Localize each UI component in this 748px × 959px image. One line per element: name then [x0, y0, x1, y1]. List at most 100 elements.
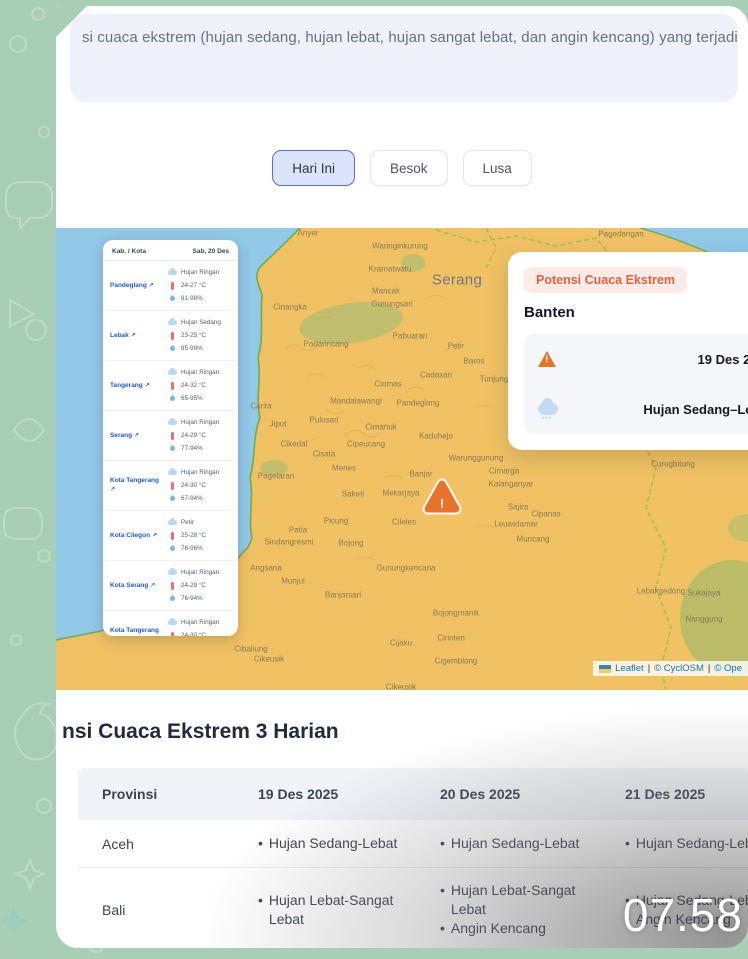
detail-line: Hujan Ringan — [168, 566, 231, 579]
map-warning-marker: ! — [428, 484, 456, 511]
humidity-icon — [169, 445, 176, 452]
temperature-text: 23-25 °C — [181, 332, 206, 339]
region-link[interactable]: Kota Tangerang ↗ — [110, 476, 164, 495]
map-label: Warunggunung — [449, 454, 503, 463]
tab-besok[interactable]: Besok — [370, 150, 448, 186]
col-day2: 20 Des 2025 — [438, 786, 623, 802]
map-label: Patia — [289, 526, 307, 535]
map-label: Kaduhejo — [419, 432, 453, 441]
svg-text:!: ! — [440, 496, 444, 511]
cloud-icon — [168, 470, 177, 475]
region-link[interactable]: Kota Cilegon ↗ — [110, 531, 164, 541]
forecast-item: •Angin Kencang — [440, 919, 597, 938]
thermometer-icon — [171, 482, 174, 490]
cloud-icon — [168, 370, 177, 375]
map-label: Mekarjaya — [383, 489, 420, 498]
map-label: Cikedal — [281, 440, 308, 449]
panel-row: Lebak ↗Hujan Sedang23-25 °C85-99% — [103, 311, 238, 361]
map-label: Gunungsari — [371, 300, 412, 309]
humidity-icon — [169, 545, 176, 552]
map-label: Cipanas — [531, 510, 560, 519]
map-label: Ciomas — [374, 380, 401, 389]
detail-line: Hujan Ringan — [168, 616, 231, 629]
map-label: Cimarga — [489, 467, 519, 476]
map-label: Cirinten — [437, 634, 465, 643]
tab-lusa[interactable]: Lusa — [463, 150, 532, 186]
region-link[interactable]: Kota Serang ↗ — [110, 581, 164, 591]
day-cell: •Hujan Lebat-Sangat Lebat — [256, 891, 438, 929]
map-label: Jiput — [270, 420, 287, 429]
condition-text: Hujan Ringan — [181, 369, 219, 376]
detail-line: 67-94% — [168, 492, 231, 505]
region-link[interactable]: Serang ↗ — [110, 431, 164, 441]
bullet-icon: • — [625, 834, 630, 853]
region-link[interactable]: Lebak ↗ — [110, 331, 164, 341]
region-link[interactable]: Kota Tangerang Selatan ↗ — [110, 626, 164, 636]
detail-line: 78-96% — [168, 542, 231, 555]
osm-link[interactable]: © Ope — [714, 663, 742, 674]
panel-row: Tangerang ↗Hujan Ringan24-32 °C65-95% — [103, 361, 238, 411]
map-label: Pulosari — [310, 416, 339, 425]
map-label: Banjar — [409, 470, 432, 479]
humidity-icon — [169, 345, 176, 352]
temperature-text: 25-28 °C — [181, 532, 206, 539]
panel-col-date: Sab, 20 Des — [193, 248, 230, 255]
panel-row: Pandeglang ↗Hujan Ringan24-27 °C81-98% — [103, 261, 238, 311]
map-label: Sajira — [508, 503, 528, 512]
province-cell: Aceh — [78, 836, 256, 852]
map-label: Cipeucang — [347, 440, 385, 449]
temperature-text: 24-30 °C — [181, 482, 206, 489]
map-label: Pagedangan — [598, 230, 643, 239]
map-label: Cikeusik — [386, 683, 416, 691]
map-label: Waringinkurung — [372, 242, 428, 251]
map-label: Cinangka — [273, 303, 307, 312]
map-label: Menes — [332, 464, 356, 473]
forecast-item: •Hujan Sedang-Lebat — [440, 834, 597, 853]
region-link[interactable]: Tangerang ↗ — [110, 381, 164, 391]
popup-province: Banten — [524, 304, 748, 321]
map-label: Saketi — [342, 490, 364, 499]
region-link[interactable]: Pandeglang ↗ — [110, 281, 164, 291]
cyclosm-link[interactable]: © CyclOSM — [654, 663, 704, 674]
panel-row: Kota Tangerang Selatan ↗ Hujan Ringan 24-3… — [103, 611, 238, 636]
intro-text: si cuaca ekstrem (hujan sedang, hujan le… — [82, 29, 734, 46]
panel-row: Kota Cilegon ↗ Petir 25-28 °C 78-96% — [103, 511, 238, 561]
condition-text: Hujan Ringan — [181, 419, 219, 426]
detail-line: Hujan Ringan — [168, 366, 231, 379]
external-link-icon: ↗ — [145, 383, 150, 389]
detail-line: 77-94% — [168, 442, 231, 455]
map-label: Cibaliung — [234, 645, 267, 654]
map-label: Curugbitung — [651, 460, 695, 469]
condition-text: Hujan Ringan — [181, 569, 219, 576]
day-tabs: Hari Ini Besok Lusa — [56, 150, 748, 186]
panel-row: Serang ↗Hujan Ringan24-29 °C77-94% — [103, 411, 238, 461]
thermometer-icon — [171, 282, 174, 290]
day-cell: •Hujan Sedang-Lebat — [256, 834, 438, 853]
detail-line: 76-94% — [168, 592, 231, 605]
cloud-icon — [168, 520, 177, 525]
attrib-separator: | — [648, 663, 650, 674]
forecast-text: Hujan Sedang-Lebat — [451, 834, 579, 853]
condition-text: Hujan Sedang — [181, 319, 221, 326]
humidity-icon — [169, 495, 176, 502]
weather-map[interactable]: ! AnyerWaringinkurungKramatwatuSerangMan… — [56, 228, 748, 690]
map-label: Cisata — [313, 450, 336, 459]
bullet-icon: • — [258, 834, 263, 853]
temperature-text: 24-30 °C — [181, 632, 206, 636]
map-label: Picung — [324, 517, 348, 526]
detail-line: Hujan Sedang — [168, 316, 231, 329]
col-day3: 21 Des 2025 — [623, 786, 748, 802]
region-details: Hujan Sedang23-25 °C85-99% — [168, 316, 231, 355]
cloud-icon — [168, 620, 177, 625]
map-label: Mandalawangi — [330, 397, 382, 406]
screenshot-image: si cuaca ekstrem (hujan sedang, hujan le… — [56, 6, 748, 948]
condition-text: Petir — [181, 519, 194, 526]
region-details: Hujan Ringan24-30 °C67-94% — [168, 466, 231, 505]
leaflet-link[interactable]: Leaflet — [615, 663, 644, 674]
forecast-item: •Hujan Sedang-Lebat — [625, 834, 748, 853]
detail-line: 65-95% — [168, 392, 231, 405]
external-link-icon: ↗ — [150, 583, 155, 589]
forecast-item: •Hujan Lebat-Sangat Lebat — [440, 881, 597, 919]
external-link-icon: ↗ — [110, 487, 115, 493]
tab-hari-ini[interactable]: Hari Ini — [272, 150, 355, 186]
